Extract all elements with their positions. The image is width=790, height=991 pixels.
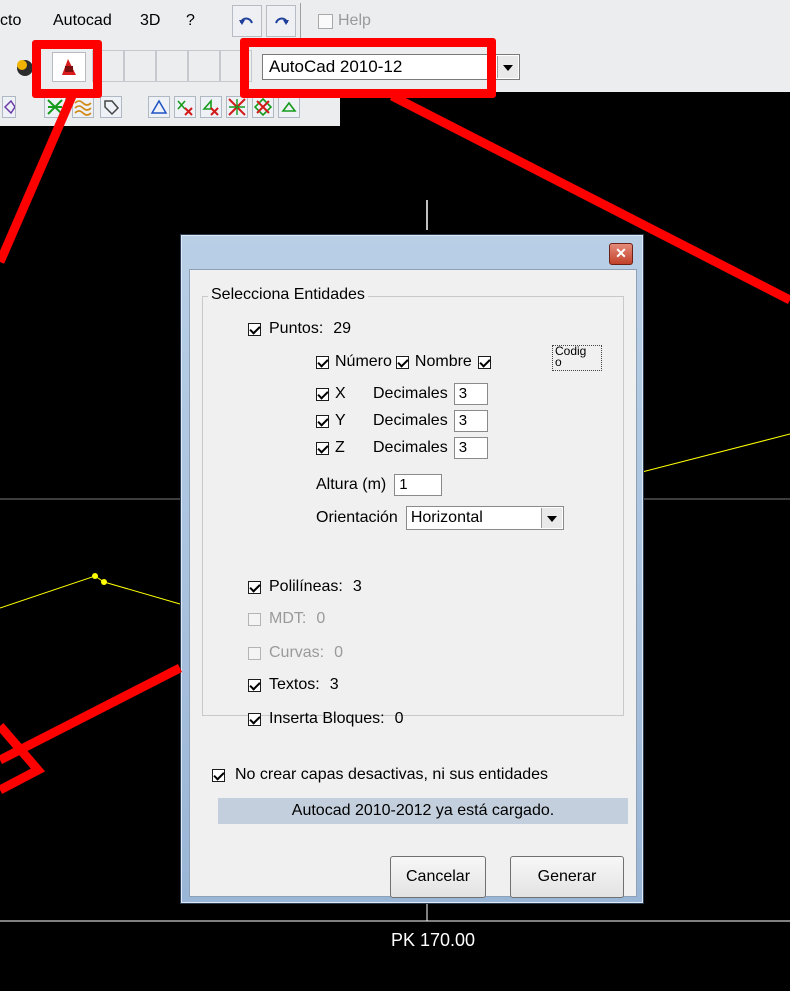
annotation-arrows	[0, 91, 790, 794]
annotation-arrow-shaft	[0, 663, 183, 765]
annotation-line-left	[0, 94, 77, 264]
annotation-line-right	[389, 91, 790, 305]
